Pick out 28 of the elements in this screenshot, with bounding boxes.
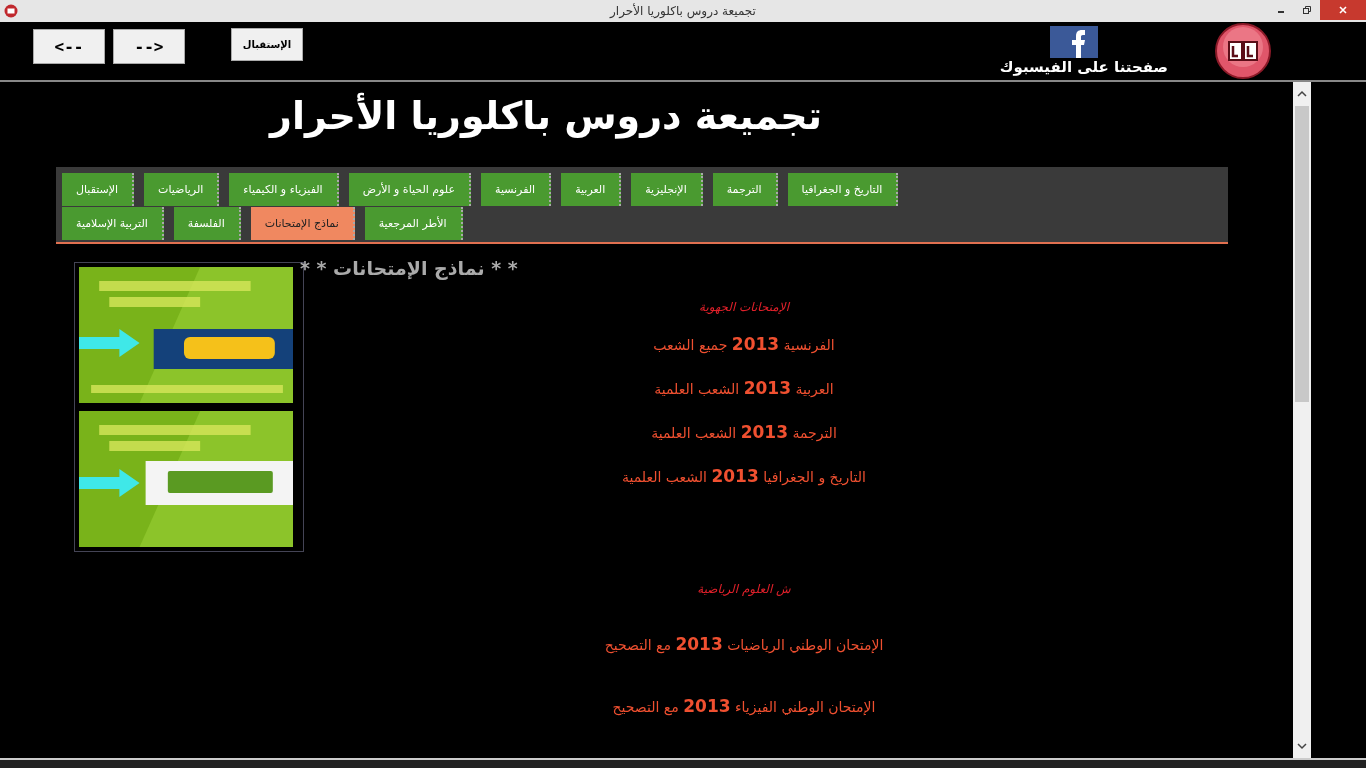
scroll-down-icon[interactable] bbox=[1296, 740, 1308, 752]
nav-tab[interactable]: الأطر المرجعية bbox=[364, 207, 463, 240]
nav-tab[interactable]: علوم الحياة و الأرض bbox=[348, 173, 471, 206]
book-logo-icon bbox=[1212, 23, 1274, 79]
nav-tab[interactable]: العربية bbox=[561, 173, 622, 206]
nav-tab[interactable]: الترجمة bbox=[712, 173, 778, 206]
facebook-link[interactable]: صفحتنا على الفيسبوك bbox=[999, 58, 1168, 76]
nav-tab[interactable]: الفرنسية bbox=[481, 173, 552, 206]
section-title: * * نماذج الإمتحانات * * bbox=[300, 257, 518, 279]
nav-tab[interactable]: الفيزياء و الكيمياء bbox=[229, 173, 339, 206]
facebook-icon[interactable] bbox=[1049, 26, 1098, 58]
toolbar-button[interactable]: --> bbox=[113, 28, 185, 64]
app-icon bbox=[4, 4, 18, 18]
toolbar-button[interactable]: الإستقبال bbox=[231, 27, 303, 61]
toolbar-button[interactable]: <-- bbox=[33, 28, 105, 64]
nav-tab[interactable]: التاريخ و الجغرافيا bbox=[787, 173, 899, 206]
window-title: تجميعة دروس باكلوريا الأحرار bbox=[610, 4, 756, 18]
nav-tab[interactable]: الرياضيات bbox=[144, 173, 220, 206]
close-icon bbox=[1338, 5, 1348, 15]
nav-tab[interactable]: الفلسفة bbox=[173, 207, 241, 240]
section-heading: الإمتحانات الجهوية bbox=[699, 300, 789, 314]
page-title: تجميعة دروس باكلوريا الأحرار bbox=[267, 91, 823, 141]
nav-tab[interactable]: الإنجليزية bbox=[631, 173, 703, 206]
section-heading: ش العلوم الرياضية bbox=[697, 582, 791, 596]
nav-tab[interactable]: التربية الإسلامية bbox=[62, 207, 164, 240]
nav-tab[interactable]: الإستقبال bbox=[62, 173, 135, 206]
nav-tab[interactable]: نماذج الإمتحانات bbox=[250, 207, 355, 240]
restore-icon bbox=[1302, 5, 1312, 15]
